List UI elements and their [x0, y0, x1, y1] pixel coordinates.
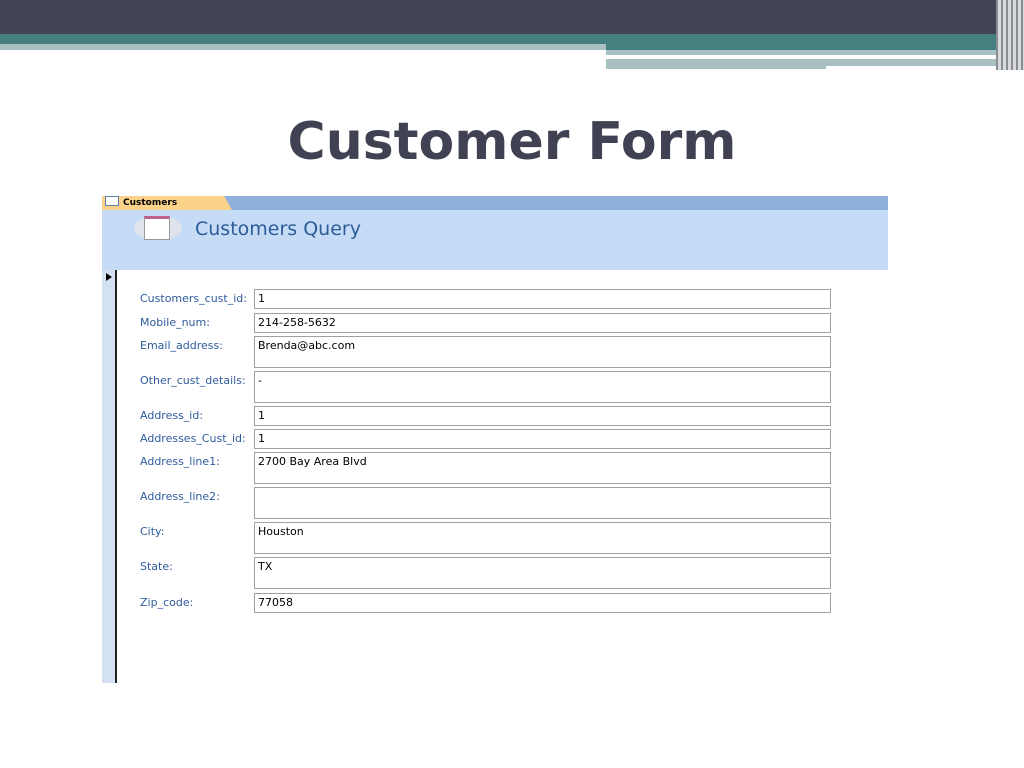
- tab-customers-information[interactable]: Customers Information: [102, 196, 232, 210]
- field-input[interactable]: 1: [254, 289, 831, 309]
- field-input[interactable]: 77058: [254, 593, 831, 613]
- stripe-right-white: [826, 66, 1024, 70]
- field-input[interactable]: Brenda@abc.com: [254, 336, 831, 368]
- field-label: Other_cust_details:: [140, 374, 246, 387]
- field-label: State:: [140, 560, 173, 573]
- field-input[interactable]: 214-258-5632: [254, 313, 831, 333]
- field-input[interactable]: 2700 Bay Area Blvd: [254, 452, 831, 484]
- form-header: Customers Query: [102, 210, 888, 270]
- top-banner: [0, 0, 1024, 34]
- field-input[interactable]: [254, 487, 831, 519]
- slide-title: Customer Form: [287, 112, 737, 172]
- field-label: Zip_code:: [140, 596, 194, 609]
- form-header-title: Customers Query: [195, 218, 361, 240]
- stripe-right-1: [606, 50, 1024, 55]
- field-label: Customers_cust_id:: [140, 292, 247, 305]
- field-label: Address_line1:: [140, 455, 220, 468]
- field-input[interactable]: 1: [254, 406, 831, 426]
- field-input[interactable]: 1: [254, 429, 831, 449]
- field-input[interactable]: Houston: [254, 522, 831, 554]
- field-label: City:: [140, 525, 165, 538]
- form-icon: [105, 196, 119, 206]
- field-label: Address_id:: [140, 409, 204, 422]
- field-label: Email_address:: [140, 339, 223, 352]
- current-record-arrow-icon: [106, 273, 112, 281]
- stripe-light: [0, 44, 606, 50]
- field-label: Mobile_num:: [140, 316, 210, 329]
- form-logo-sheet: [144, 216, 170, 240]
- field-label: Addresses_Cust_id:: [140, 432, 246, 445]
- field-input[interactable]: -: [254, 371, 831, 403]
- edge-lines: [996, 0, 1024, 70]
- field-label: Address_line2:: [140, 490, 220, 503]
- field-input[interactable]: TX: [254, 557, 831, 589]
- record-selector[interactable]: [102, 270, 117, 683]
